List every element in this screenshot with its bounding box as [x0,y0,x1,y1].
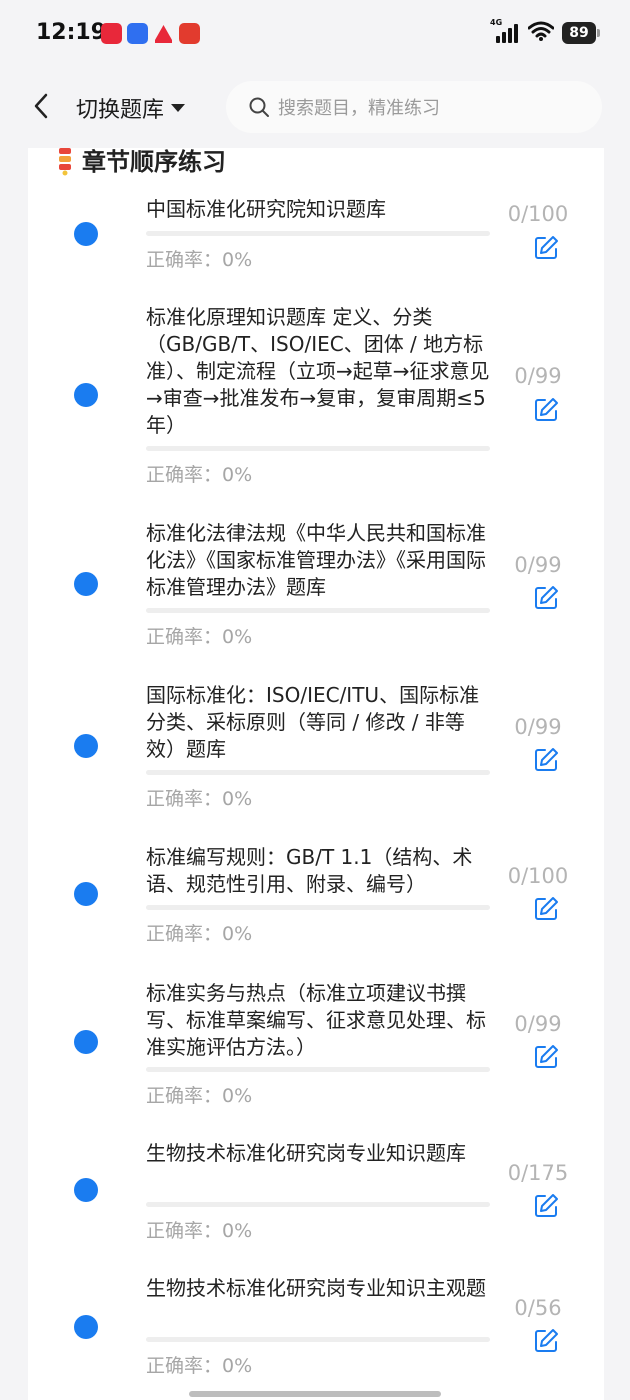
switch-bank-label: 切换题库 [76,98,165,123]
firecracker-icon [59,147,71,175]
status-time: 12:19 [36,20,107,45]
progress-bar [146,231,490,236]
status-dot [74,1315,98,1339]
search-icon [249,97,269,117]
edit-icon [535,1045,558,1068]
item-title: 国际标准化：ISO/IEC/ITU、国际标准分类、采标原则（等同 / 修改 / … [146,683,480,761]
notification-icons [101,23,200,44]
accuracy-label: 正确率：0% [146,626,253,648]
item-count: 0/175 [507,1161,569,1185]
edit-icon [535,1329,558,1352]
progress-bar [146,1202,490,1207]
item-count: 0/99 [514,553,562,577]
search-placeholder: 搜索题目，精准练习 [278,98,440,119]
item-count: 0/56 [514,1296,562,1320]
item-count: 0/100 [507,864,569,888]
status-dot [74,882,98,906]
edit-button[interactable] [532,396,560,424]
status-dot [74,1030,98,1054]
item-count: 0/99 [514,1012,562,1036]
accuracy-label: 正确率：0% [146,923,253,945]
edit-button[interactable] [532,1192,560,1220]
nav-bar: 切换题库 搜索题目，精准练习 [0,66,630,148]
item-title: 生物技术标准化研究岗专业知识题库 [146,1141,466,1165]
item-title: 标准化原理知识题库 定义、分类（GB/GB/T、ISO/IEC、团体 / 地方标… [146,305,490,437]
status-dot [74,734,98,758]
edit-button[interactable] [532,234,560,262]
edit-button[interactable] [532,1327,560,1355]
blue-app-icon [127,23,148,44]
status-dot [74,383,98,407]
status-dot [74,1178,98,1202]
edit-icon [535,236,558,259]
item-count: 0/99 [514,364,562,388]
search-input[interactable]: 搜索题目，精准练习 [226,81,602,133]
edit-icon [535,1194,558,1217]
edit-button[interactable] [532,895,560,923]
item-count: 0/99 [514,715,562,739]
red-badge-app-icon [179,23,200,44]
edit-icon [535,897,558,920]
chapter-practice-card: 章节顺序练习 中国标准化研究院知识题库 正确率：0% 0/100 标准化原理知识… [28,130,604,1400]
red-app-icon [101,23,122,44]
red-triangle-app-icon [153,23,174,44]
item-title: 生物技术标准化研究岗专业知识主观题 [146,1276,486,1300]
edit-button[interactable] [532,746,560,774]
accuracy-label: 正确率：0% [146,249,253,271]
accuracy-label: 正确率：0% [146,1220,253,1242]
home-indicator[interactable] [189,1391,441,1397]
chevron-left-icon [34,93,48,119]
accuracy-label: 正确率：0% [146,1085,253,1107]
accuracy-label: 正确率：0% [146,464,253,486]
progress-bar [146,1067,490,1072]
item-title: 中国标准化研究院知识题库 [146,197,386,221]
edit-icon [535,748,558,771]
caret-down-icon [171,104,186,112]
progress-bar [146,770,490,775]
status-bar: 12:19 4G 89 [0,0,630,66]
back-button[interactable] [26,88,56,124]
cell-signal-icon: 4G [490,18,520,44]
switch-bank-dropdown[interactable]: 切换题库 [76,92,186,124]
network-label: 4G [490,18,503,27]
accuracy-label: 正确率：0% [146,788,253,810]
edit-icon [535,586,558,609]
wifi-icon [527,21,555,45]
item-title: 标准化法律法规《中华人民共和国标准化法》《国家标准管理办法》《采用国际标准管理办… [146,521,486,599]
item-title: 标准实务与热点（标准立项建议书撰写、标准草案编写、征求意见处理、标准实施评估方法… [146,981,486,1059]
progress-bar [146,608,490,613]
status-dot [74,222,98,246]
edit-icon [535,398,558,421]
status-indicators: 4G 89 [490,18,600,45]
battery-indicator: 89 [562,22,600,44]
progress-bar [146,1337,490,1342]
edit-button[interactable] [532,1043,560,1071]
progress-bar [146,905,490,910]
item-title: 标准编写规则：GB/T 1.1（结构、术语、规范性引用、附录、编号） [146,845,473,896]
edit-button[interactable] [532,584,560,612]
status-dot [74,572,98,596]
progress-bar [146,446,490,451]
item-count: 0/100 [507,202,569,226]
accuracy-label: 正确率：0% [146,1355,253,1377]
